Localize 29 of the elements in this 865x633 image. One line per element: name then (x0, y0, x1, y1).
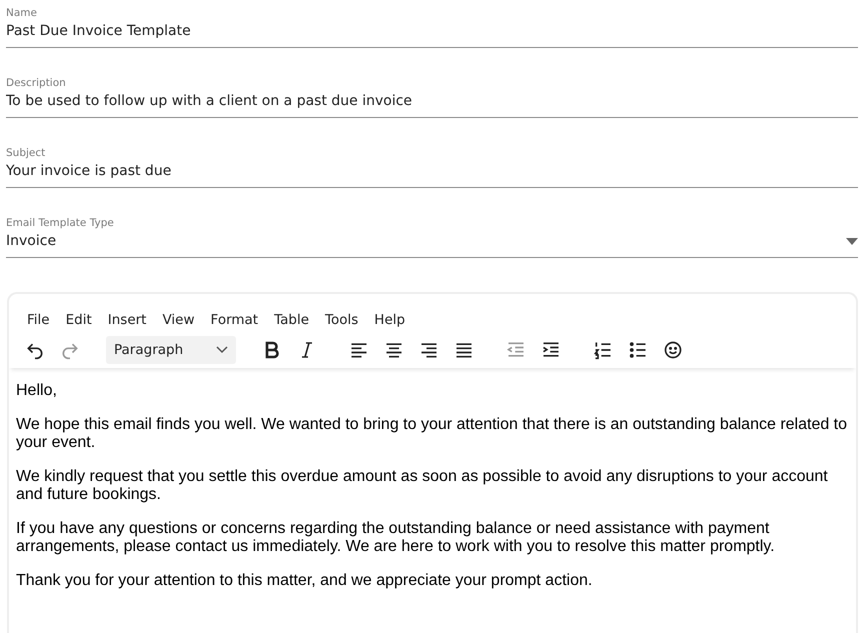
menu-item[interactable]: Format (202, 306, 266, 334)
menu-item[interactable]: File (19, 306, 58, 334)
paragraph: If you have any questions or concerns regarding the outstanding balance or need assistance with payment arrangements, please contact us immediately. We are here to work with you to resolve this matter promptly. (16, 520, 776, 556)
menu-item[interactable]: Help (366, 306, 414, 334)
bullet-list-icon (628, 340, 648, 360)
menu-item[interactable]: Table (266, 306, 318, 334)
numbered-list-icon (593, 340, 613, 360)
menu-item[interactable]: Edit (58, 306, 100, 334)
emoji-icon (663, 340, 683, 360)
field-label: Subject (6, 146, 46, 160)
paragraph: Thank you for your attention to this matter, and we appreciate your prompt action. (16, 572, 594, 590)
text-field[interactable]: Past Due Invoice Template (6, 20, 858, 48)
field-label: Email Template Type (6, 216, 115, 230)
block-format-dropdown[interactable]: Paragraph (106, 336, 236, 364)
field-label: Description (6, 76, 67, 90)
italic-icon (300, 341, 314, 359)
menu-item[interactable]: Tools (317, 306, 366, 334)
dropdown-caret-icon (846, 238, 858, 244)
paragraph: We kindly request that you settle this overdue amount as soon as possible to avoid any disruptions to your account and future bookings. (16, 468, 829, 504)
dropdown-field[interactable]: Invoice (6, 230, 858, 258)
text-field[interactable]: Your invoice is past due (6, 160, 858, 188)
paragraph: Hello, (16, 382, 58, 400)
chevron-down-icon (216, 346, 228, 354)
bold-icon (264, 341, 280, 359)
text-field[interactable]: To be used to follow up with a client on a past due invoice (6, 90, 858, 118)
menu-item[interactable]: Insert (100, 306, 154, 334)
paragraph: We hope this email finds you well. We wanted to bring to your attention that there is an outstanding balance related to your event. (16, 416, 848, 452)
menu-item[interactable]: View (154, 306, 203, 334)
field-label: Name (6, 6, 38, 20)
